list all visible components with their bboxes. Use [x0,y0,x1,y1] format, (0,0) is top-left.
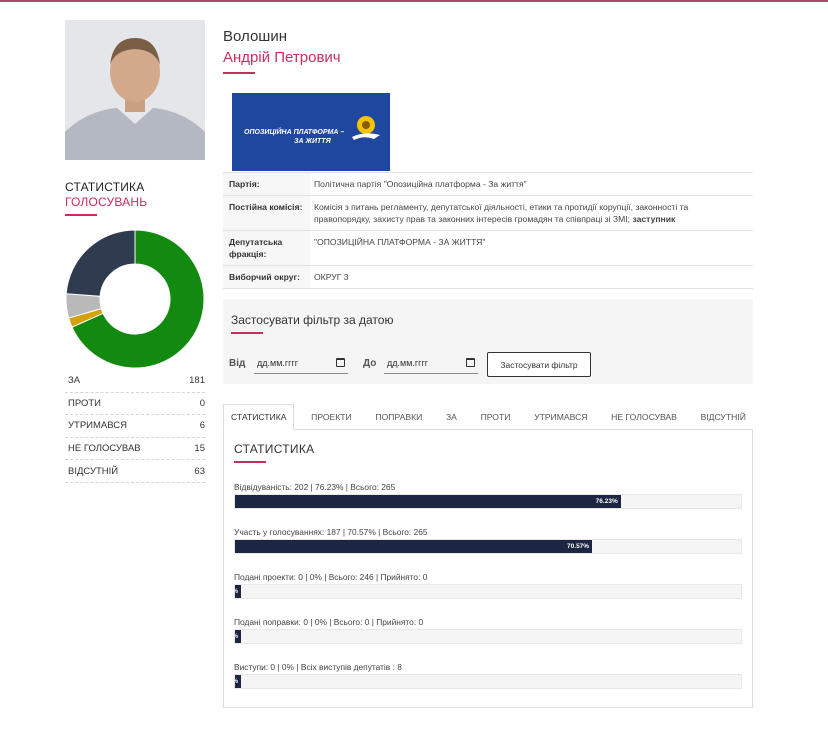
stat-bar-label: Участь у голосуваннях: 187 | 70.57% | Вс… [234,527,428,537]
stat-bar-label: Подані проекти: 0 | 0% | Всього: 246 | П… [234,572,428,582]
stat-bar-track: % [234,584,742,599]
info-key: Партія: [223,173,310,195]
deputy-info-table: Партія: Політична партія "Опозиційна плат… [223,172,753,289]
party-logo: ОПОЗИЦІЙНА ПЛАТФОРМА – ЗА ЖИТТЯ [232,93,390,171]
vote-stat-row: ПРОТИ 0 [65,393,205,416]
party-logo-text: ОПОЗИЦІЙНА ПЛАТФОРМА – ЗА ЖИТТЯ [244,128,344,146]
filter-title: Застосувати фільтр за датою [231,313,394,327]
info-key: Постійна комісія: [223,196,310,230]
info-value: Політична партія "Опозиційна платформа -… [310,173,753,195]
stats-panel-title: СТАТИСТИКА [234,442,315,456]
tab-5[interactable]: УТРИМАВСЯ [527,404,594,430]
voting-donut-chart [65,229,205,369]
stat-bar-track: % [234,629,742,644]
stat-bar-fill: 70.57% [235,540,593,553]
stat-bar-track: 76.23% [234,494,742,509]
vote-stat-value: 15 [194,443,205,455]
stat-bar-fill: % [235,675,241,688]
calendar-icon[interactable] [466,358,475,367]
vote-stat-row: ВІДСУТНІЙ 63 [65,460,205,483]
vote-stat-row: ЗА 181 [65,370,205,393]
stat-bar-track: % [234,674,742,689]
vote-stat-label: ЗА [68,375,81,387]
tab-4[interactable]: ПРОТИ [474,404,518,430]
voting-stats-title-line2: ГОЛОСУВАНЬ [65,195,148,209]
stats-panel: СТАТИСТИКА Відвідуваність: 202 | 76.23% … [223,430,753,708]
date-filter-panel: Застосувати фільтр за датою Від дд.мм.гг… [223,299,753,384]
voting-stats-title-line1: СТАТИСТИКА [65,180,145,194]
stat-bar-fill: % [235,630,241,643]
vote-stat-row: УТРИМАВСЯ 6 [65,415,205,438]
stat-bar-label: Відвідуваність: 202 | 76.23% | Всього: 2… [234,482,396,492]
title-underline [65,214,97,216]
sunflower-icon [352,116,380,140]
party-logo-text-line2: ЗА ЖИТТЯ [294,138,331,145]
top-accent-line [0,0,828,2]
info-value-text: "ОПОЗИЦІЙНА ПЛАТФОРМА - ЗА ЖИТТЯ" [314,237,486,247]
date-from-label: Від [229,358,246,369]
party-logo-text-line1: ОПОЗИЦІЙНА ПЛАТФОРМА – [244,129,345,136]
vote-stat-value: 6 [199,420,205,432]
stat-bar-label: Виступи: 0 | 0% | Всіх виступів депутаті… [234,662,402,672]
info-value: Комісія з питань регламенту, депутатсько… [310,196,753,230]
info-row: Виборчий округ: ОКРУГ 3 [223,266,753,289]
vote-stat-value: 181 [189,375,205,387]
date-to-label: До [363,358,377,369]
date-to-input[interactable]: дд.мм.гггг [384,352,478,374]
stat-bar-fill: % [235,585,241,598]
vote-stat-row: НЕ ГОЛОСУВАВ 15 [65,438,205,461]
name-underline [223,72,255,74]
filter-title-underline [231,332,263,334]
date-from-input[interactable]: дд.мм.гггг [254,352,348,374]
deputy-photo [65,20,205,160]
info-value-bold: заступник [632,214,676,224]
deputy-tabs: СТАТИСТИКА ПРОЕКТИ ПОПРАВКИ ЗА ПРОТИ УТРИМАВС… [223,404,753,430]
info-row: Постійна комісія: Комісія з питань реглам… [223,196,753,231]
vote-stat-label: УТРИМАВСЯ [68,420,127,432]
deputy-given-names: Андрій Петрович [223,49,341,66]
info-key: Депутатська фракція: [223,231,310,265]
tab-2[interactable]: ПОПРАВКИ [368,404,429,430]
info-key: Виборчий округ: [223,266,310,288]
info-value-text: Політична партія "Опозиційна платформа -… [314,179,527,189]
info-value: "ОПОЗИЦІЙНА ПЛАТФОРМА - ЗА ЖИТТЯ" [310,231,753,265]
date-from-placeholder: дд.мм.гггг [257,357,299,368]
donut-slice [65,229,136,297]
vote-stat-label: ПРОТИ [68,397,101,409]
stat-bar-track: 70.57% [234,539,742,554]
calendar-icon[interactable] [336,358,345,367]
vote-stat-label: ВІДСУТНІЙ [68,465,119,477]
tab-6[interactable]: НЕ ГОЛОСУВАВ [604,404,684,430]
deputy-surname: Волошин [223,28,287,45]
vote-stat-value: 63 [194,465,205,477]
vote-stat-value: 0 [199,397,205,409]
voting-stats-title: СТАТИСТИКА ГОЛОСУВАНЬ [65,180,147,210]
info-value: ОКРУГ 3 [310,266,753,288]
tab-1[interactable]: ПРОЕКТИ [304,404,359,430]
date-to-placeholder: дд.мм.гггг [387,357,429,368]
info-row: Партія: Політична партія "Опозиційна плат… [223,173,753,196]
stats-panel-title-underline [234,461,266,463]
tab-0[interactable]: СТАТИСТИКА [223,404,295,430]
vote-stat-label: НЕ ГОЛОСУВАВ [68,443,141,455]
voting-stats-list: ЗА 181 ПРОТИ 0 УТРИМАВСЯ 6 НЕ ГОЛОСУВАВ 15 ВІДСУ… [65,370,205,483]
apply-filter-button[interactable]: Застосувати фільтр [487,352,591,377]
stat-bar-label: Подані поправки: 0 | 0% | Всього: 0 | Пр… [234,617,424,627]
info-row: Депутатська фракція: "ОПОЗИЦІЙНА ПЛАТФОРМ… [223,231,753,266]
info-value-text: ОКРУГ 3 [314,272,349,282]
tab-7[interactable]: ВІДСУТНІЙ [694,404,753,430]
stat-bar-fill: 76.23% [235,495,621,508]
tab-3[interactable]: ЗА [439,404,464,430]
